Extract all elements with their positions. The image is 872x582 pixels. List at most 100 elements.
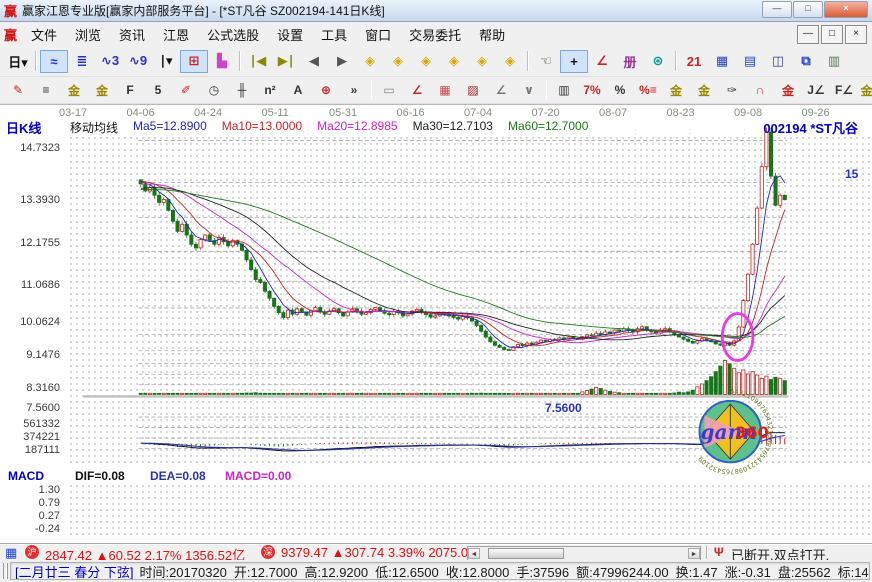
minimize-button[interactable]: — — [762, 1, 792, 18]
angle-measure-icon[interactable]: ∠ — [588, 50, 616, 73]
info-field-时间: 时间:20170320 — [139, 565, 226, 580]
calculator-icon[interactable]: ▦ — [708, 50, 736, 73]
menu-item-公式选股[interactable]: 公式选股 — [198, 25, 268, 44]
snapshot-icon[interactable]: ▥ — [820, 50, 848, 73]
notepad-icon[interactable]: ▤ — [736, 50, 764, 73]
percent-lines-icon[interactable]: %≡ — [634, 80, 662, 101]
last-page-icon[interactable]: ▶∣ — [272, 50, 300, 73]
axis-tick-label: 10.0624 — [0, 316, 60, 328]
gann-module-icon[interactable]: 册 — [616, 50, 644, 73]
ma-legend: 移动均线 Ma5=12.8900Ma10=13.0000Ma20=12.8985… — [70, 119, 588, 136]
axis-tick-label: 14.7323 — [0, 142, 60, 154]
toolbar-separator — [527, 51, 529, 71]
close-button[interactable]: × — [824, 1, 868, 18]
maximize-button[interactable]: □ — [793, 1, 823, 18]
gold-circle-icon[interactable]: 金 — [662, 80, 690, 101]
menu-item-工具[interactable]: 工具 — [312, 25, 356, 44]
menu-item-交易委托[interactable]: 交易委托 — [400, 25, 470, 44]
prev-bar-icon[interactable]: ◀ — [300, 50, 328, 73]
angle-gold-icon[interactable]: 金∠ — [858, 80, 872, 101]
mdi-minimize-button[interactable]: — — [797, 25, 819, 44]
zoom-right-icon[interactable]: ◈ — [384, 50, 412, 73]
n-squared-icon[interactable]: n² — [256, 80, 284, 101]
scroll-left-arrow-icon[interactable]: ◄ — [468, 548, 480, 559]
date-tick-label: 07-04 — [464, 107, 492, 119]
axis-tick-label: 187111 — [0, 444, 60, 456]
color-histogram-icon[interactable]: ▙ — [208, 50, 236, 73]
fib-f-icon[interactable]: F — [116, 80, 144, 101]
angle-a-icon[interactable]: A — [284, 80, 312, 101]
rays-gray-icon[interactable]: ∠ — [487, 80, 515, 101]
kline-chart-canvas[interactable]: 5432109876543210987654321098765432109gan… — [0, 105, 872, 544]
percent-icon[interactable]: % — [606, 80, 634, 101]
scroll-right-arrow-icon[interactable]: ► — [688, 548, 700, 559]
menu-item-江恩[interactable]: 江恩 — [154, 25, 198, 44]
menu-item-设置[interactable]: 设置 — [268, 25, 312, 44]
wave-check-icon[interactable]: ∨ — [515, 80, 543, 101]
gold-red-icon[interactable]: 金 — [774, 80, 802, 101]
zoom-in-icon[interactable]: ◈ — [468, 50, 496, 73]
band-pen-icon[interactable]: ✑ — [718, 80, 746, 101]
spiral-5-icon[interactable]: 5 — [144, 80, 172, 101]
wave-3-icon[interactable]: ∿3 — [96, 50, 124, 73]
arc-red-icon[interactable]: ∩ — [746, 80, 774, 101]
date-tick-label: 03-17 — [59, 107, 87, 119]
chart-horizontal-scrollbar[interactable]: ◄ ► — [467, 546, 701, 561]
calendar-21-icon[interactable]: 21 — [680, 50, 708, 73]
angle-j-icon[interactable]: J∠ — [802, 80, 830, 101]
percent-7-icon[interactable]: 7% — [578, 80, 606, 101]
mdi-close-button[interactable]: × — [845, 25, 867, 44]
date-tick-label: 08-07 — [599, 107, 627, 119]
gold-section-2-icon[interactable]: 金 — [88, 80, 116, 101]
gold-section-1-icon[interactable]: 金 — [60, 80, 88, 101]
grid-box-red-icon[interactable]: ▦ — [431, 80, 459, 101]
menu-item-窗口[interactable]: 窗口 — [356, 25, 400, 44]
mdi-restore-button[interactable]: □ — [821, 25, 843, 44]
save-icon[interactable]: ◫ — [764, 50, 792, 73]
kline-compare-icon[interactable]: ⊞ — [180, 50, 208, 73]
time-cycle-icon[interactable]: ◷ — [200, 80, 228, 101]
scrollbar-thumb[interactable] — [488, 548, 564, 559]
tick-grid-icon[interactable]: ╫ — [228, 80, 256, 101]
date-tick-label: 04-24 — [194, 107, 222, 119]
crosshair-icon[interactable]: + — [560, 50, 588, 73]
bar-info-panel: [二月廿三 春分 下弦] 时间:20170320开:12.7000高:12.92… — [10, 562, 870, 580]
next-bar-icon[interactable]: ▶ — [328, 50, 356, 73]
more-tools-icon[interactable]: » — [340, 80, 368, 101]
gold-line-icon[interactable]: 金 — [690, 80, 718, 101]
scale-ruler-icon[interactable]: ▥ — [550, 80, 578, 101]
market-grid-icon[interactable]: ▦ — [5, 545, 17, 561]
draw-pen-icon[interactable]: ✎ — [4, 80, 32, 101]
kline-period-icon[interactable]: 日▾ — [4, 50, 32, 73]
expand-horizontal-icon[interactable]: ◈ — [412, 50, 440, 73]
zigzag-wave-icon[interactable]: ≈ — [40, 50, 68, 73]
box-tool-icon[interactable]: ▭ — [375, 80, 403, 101]
ma-lines — [141, 176, 785, 348]
menu-item-帮助[interactable]: 帮助 — [470, 25, 514, 44]
fan-red-icon[interactable]: ∠ — [403, 80, 431, 101]
menu-item-浏览[interactable]: 浏览 — [66, 25, 110, 44]
angle-f-icon[interactable]: F∠ — [830, 80, 858, 101]
rocket-pen-icon[interactable]: ✐ — [172, 80, 200, 101]
title-bar: 赢 赢家江恩专业版[赢家内部服务平台] - [*ST凡谷 SZ002194-14… — [0, 0, 872, 22]
menu-item-资讯[interactable]: 资讯 — [110, 25, 154, 44]
shrink-horizontal-icon[interactable]: ◈ — [440, 50, 468, 73]
axis-tick-label: 0.27 — [0, 510, 60, 522]
connection-antenna-icon[interactable]: Ψ — [714, 545, 724, 559]
pan-hand-icon[interactable]: ☜ — [532, 50, 560, 73]
info-list-icon[interactable]: ≣ — [68, 50, 96, 73]
single-kline-icon[interactable]: ∣▾ — [152, 50, 180, 73]
target-circle-icon[interactable]: ⊕ — [312, 80, 340, 101]
axis-tick-label: 1.30 — [0, 484, 60, 496]
ma-legend-item: Ma5=12.8900 — [133, 119, 207, 136]
date-tick-label: 08-23 — [667, 107, 695, 119]
cascade-windows-icon[interactable]: ⧉ — [792, 50, 820, 73]
first-page-icon[interactable]: ∣◀ — [244, 50, 272, 73]
fill-box-red-icon[interactable]: ▨ — [459, 80, 487, 101]
horizontal-lines-icon[interactable]: ≡ — [32, 80, 60, 101]
wave-9-icon[interactable]: ∿9 — [124, 50, 152, 73]
zoom-left-icon[interactable]: ◈ — [356, 50, 384, 73]
zoom-full-icon[interactable]: ◈ — [496, 50, 524, 73]
menu-item-文件[interactable]: 文件 — [22, 25, 66, 44]
globe-tool-icon[interactable]: ⊛ — [644, 50, 672, 73]
